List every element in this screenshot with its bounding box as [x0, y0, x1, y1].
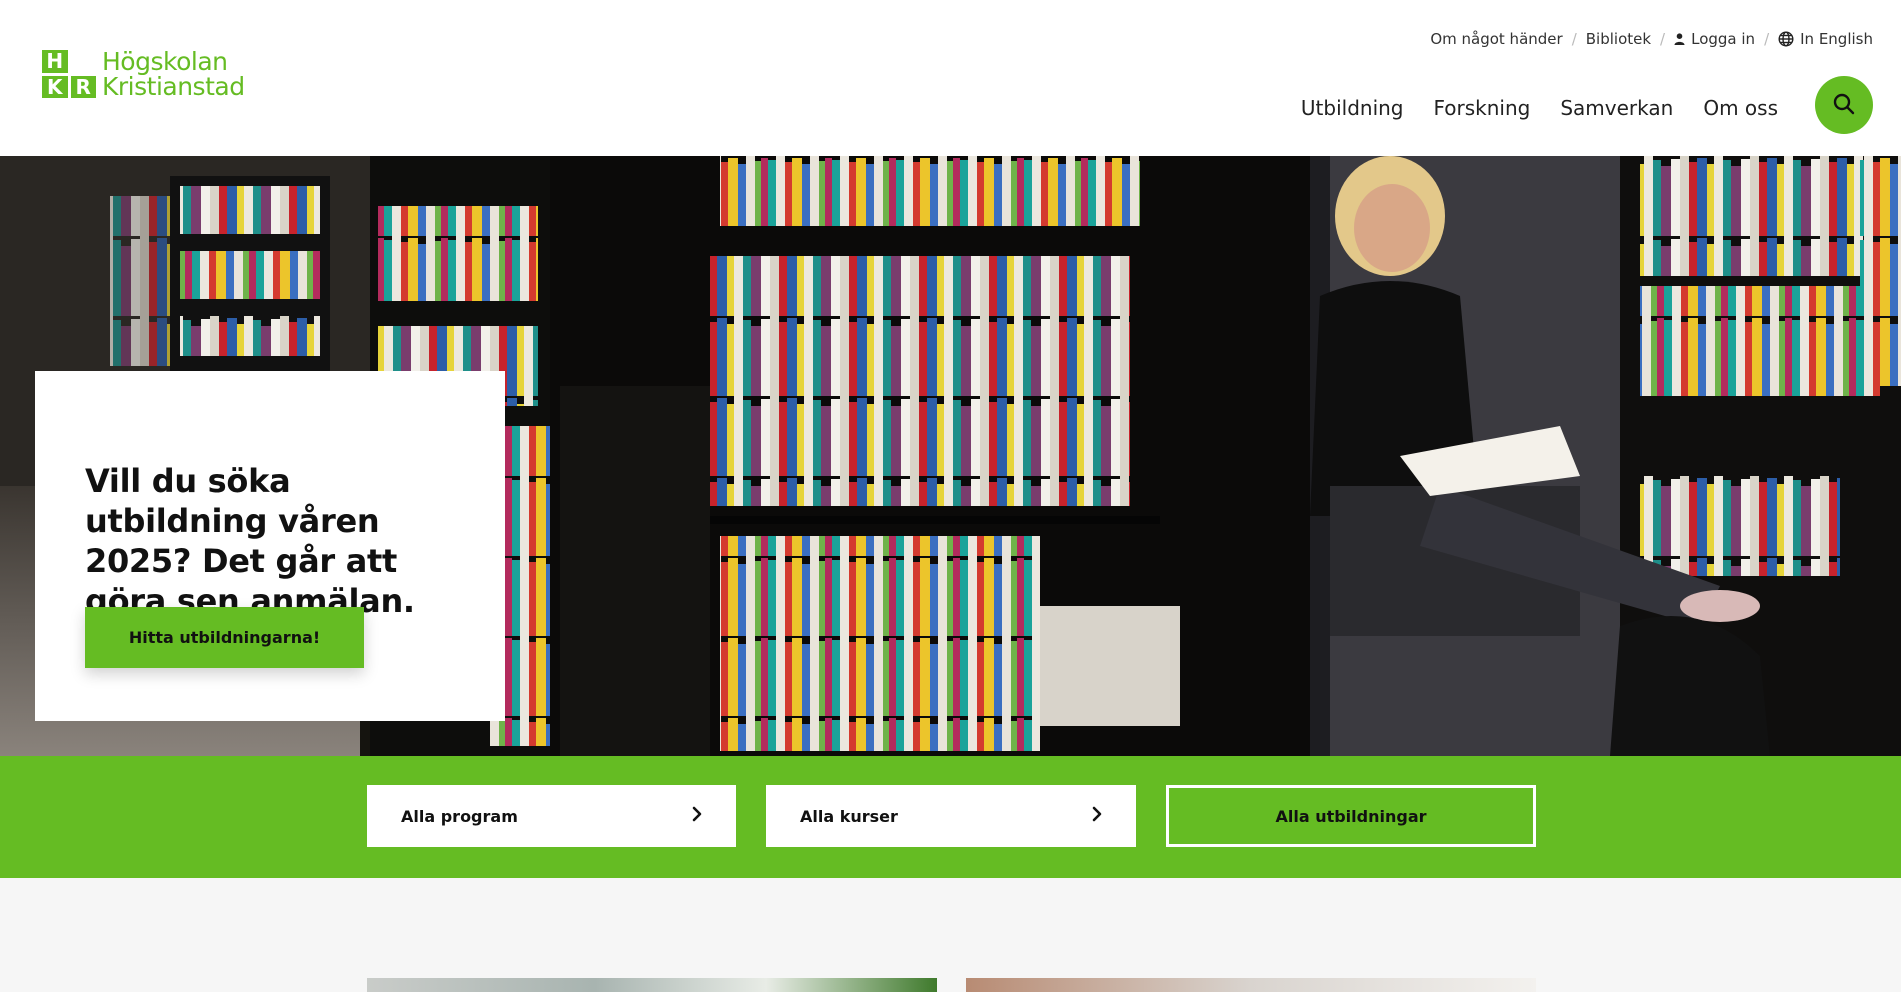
site-logo[interactable]: H K K R Högskolan Kristianstad [42, 49, 245, 99]
utility-link-om-nagot-hander[interactable]: Om något händer [1430, 30, 1562, 48]
find-programs-button[interactable]: Hitta utbildningarna! [85, 607, 364, 668]
nav-item-utbildning[interactable]: Utbildning [1301, 96, 1404, 120]
featured-section [0, 878, 1901, 992]
user-icon [1674, 33, 1685, 45]
utility-nav: Om något händer / Bibliotek / Logga in /… [1430, 30, 1873, 48]
separator: / [1764, 30, 1770, 48]
utility-link-label: In English [1800, 30, 1873, 48]
all-courses-label: Alla kurser [800, 806, 898, 826]
chevron-right-icon [692, 806, 702, 826]
hero-heading: Vill du söka utbildning våren 2025? Det … [85, 462, 415, 620]
logo-line-2: Kristianstad [102, 72, 245, 101]
utility-link-bibliotek[interactable]: Bibliotek [1586, 30, 1651, 48]
logo-letter: R [70, 75, 96, 98]
separator: / [1571, 30, 1577, 48]
logo-letter: K [42, 75, 68, 98]
hero-section: Vill du söka utbildning våren 2025? Det … [0, 156, 1901, 756]
featured-image-right[interactable] [966, 978, 1536, 992]
nav-item-om-oss[interactable]: Om oss [1703, 96, 1778, 120]
quick-links-band: Alla program Alla kurser Alla utbildning… [0, 756, 1901, 878]
separator: / [1660, 30, 1666, 48]
globe-icon [1778, 31, 1794, 47]
chevron-right-icon [1092, 806, 1102, 826]
all-programs-link[interactable]: Alla program [367, 785, 736, 847]
utility-link-label: Bibliotek [1585, 30, 1652, 48]
all-education-label: Alla utbildningar [1275, 806, 1427, 826]
logo-letter: H [42, 50, 68, 73]
nav-item-samverkan[interactable]: Samverkan [1560, 96, 1673, 120]
logo-line-1: Högskolan [102, 47, 228, 76]
nav-item-forskning[interactable]: Forskning [1434, 96, 1531, 120]
all-education-link[interactable]: Alla utbildningar [1166, 785, 1536, 847]
search-icon [1832, 92, 1856, 119]
utility-link-logga-in[interactable]: Logga in [1674, 30, 1755, 48]
all-courses-link[interactable]: Alla kurser [766, 785, 1136, 847]
site-header: H K K R Högskolan Kristianstad Om något … [0, 0, 1901, 156]
utility-link-label: Om något händer [1430, 30, 1563, 48]
search-button[interactable] [1815, 76, 1873, 134]
logo-wordmark: Högskolan Kristianstad [102, 49, 245, 99]
all-programs-label: Alla program [401, 806, 518, 826]
main-nav: Utbildning Forskning Samverkan Om oss [1301, 96, 1778, 120]
utility-link-in-english[interactable]: In English [1778, 30, 1873, 48]
utility-link-label: Logga in [1691, 30, 1756, 48]
logo-mark: H K K R [42, 50, 96, 98]
hero-card: Vill du söka utbildning våren 2025? Det … [35, 371, 505, 721]
featured-image-left[interactable] [367, 978, 937, 992]
